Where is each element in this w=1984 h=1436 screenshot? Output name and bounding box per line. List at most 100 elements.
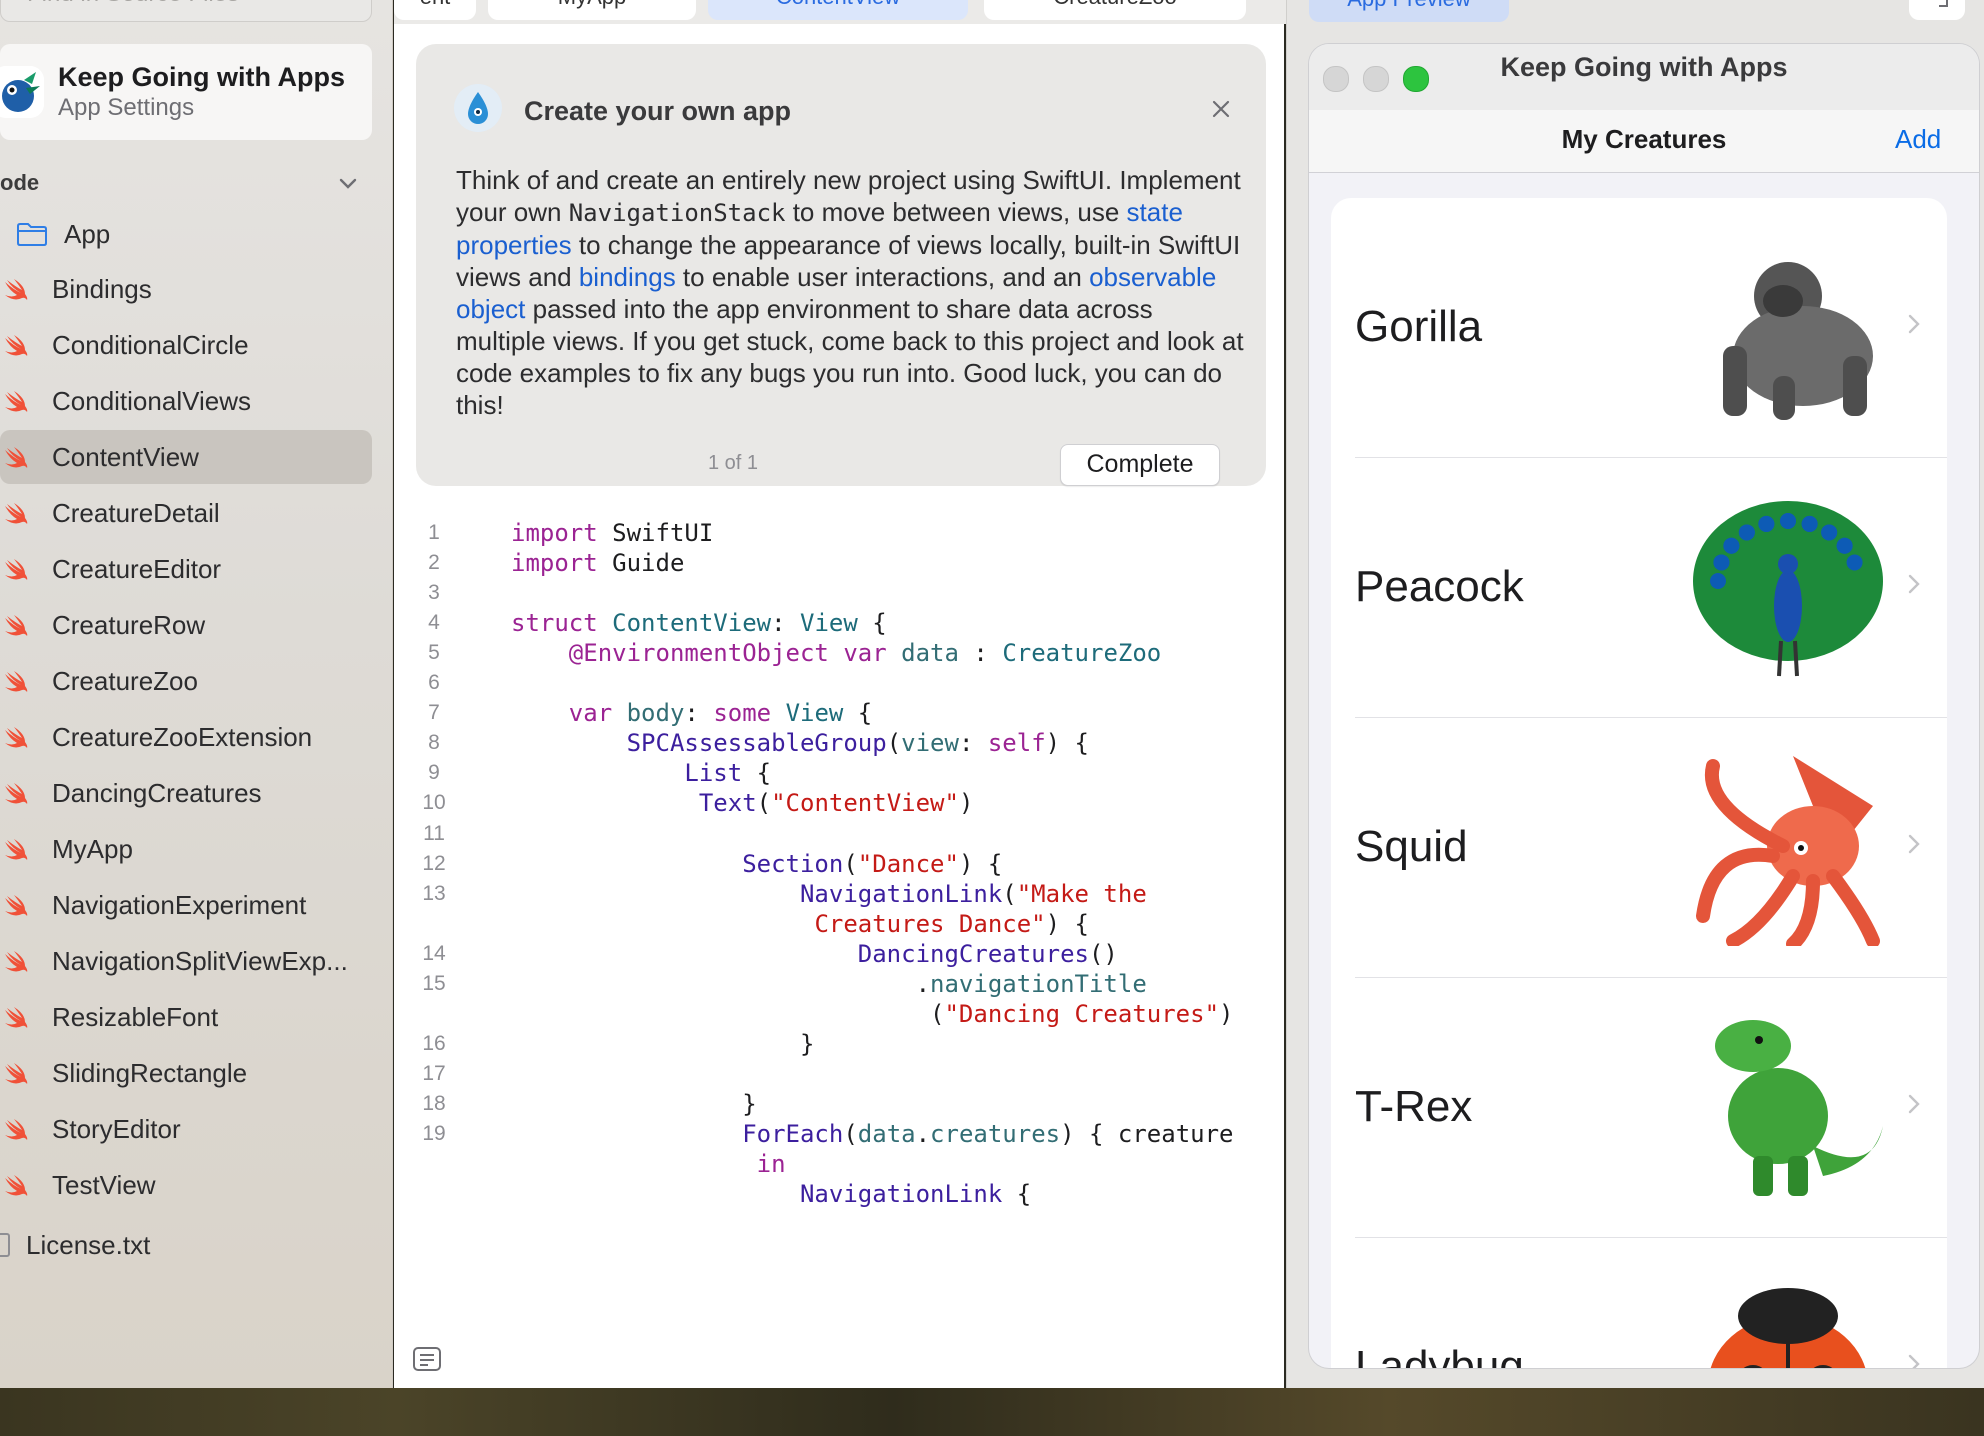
source-sidebar: Find in Source Files Keep Going with App… bbox=[0, 0, 393, 1388]
chevron-right-icon bbox=[1908, 1354, 1920, 1368]
sidebar-item-label: StoryEditor bbox=[52, 1114, 181, 1144]
sidebar-item-file[interactable]: ResizableFont bbox=[0, 990, 372, 1044]
swift-icon bbox=[5, 615, 28, 636]
guide-drop-icon bbox=[454, 84, 502, 132]
sidebar-item-label: License.txt bbox=[26, 1230, 151, 1260]
sidebar-item-label: CreatureEditor bbox=[52, 554, 222, 584]
t-rex-emoji-icon bbox=[1715, 1020, 1883, 1196]
tab-creaturezoo[interactable]: CreatureZoo bbox=[984, 0, 1246, 20]
sidebar-item-label: NavigationSplitViewExp... bbox=[52, 946, 348, 976]
creature-name: Ladybug bbox=[1355, 1342, 1524, 1368]
code-area[interactable]: 1 import SwiftUI 2 import Guide 3 4 struct Con… bbox=[394, 514, 1284, 1414]
app-preview-tab[interactable]: App Preview bbox=[1309, 0, 1509, 22]
sidebar-item-label: App bbox=[64, 219, 111, 249]
sidebar-item-label: CreatureRow bbox=[52, 610, 206, 640]
swift-icon bbox=[5, 1175, 28, 1196]
documentation-icon[interactable] bbox=[412, 1346, 442, 1372]
tab-partial[interactable]: ent bbox=[394, 0, 476, 20]
app-preview-window: Keep Going with Apps My Creatures Add Go… bbox=[1309, 44, 1979, 1368]
sidebar-item-label: ConditionalCircle bbox=[52, 330, 249, 360]
add-button[interactable]: Add bbox=[1895, 124, 1941, 155]
sidebar-item-file[interactable]: CreatureZoo bbox=[0, 654, 372, 708]
desktop-background bbox=[0, 1388, 1984, 1436]
chevron-right-icon bbox=[1908, 574, 1920, 594]
squid-emoji-icon bbox=[1696, 756, 1880, 946]
sidebar-item-label: ResizableFont bbox=[52, 1002, 219, 1032]
ladybug-emoji-icon bbox=[1710, 1288, 1866, 1368]
tab-myapp[interactable]: MyApp bbox=[488, 0, 696, 20]
sidebar-item-file[interactable]: NavigationSplitViewExp... bbox=[0, 934, 372, 988]
creature-row[interactable]: Peacock bbox=[1331, 458, 1947, 718]
guide-body: Think of and create an entirely new proj… bbox=[456, 164, 1246, 421]
editor-tab-bar: ent MyApp ContentView CreatureZoo bbox=[394, 0, 1299, 24]
code-line[interactable]: NavigationLink { bbox=[394, 1175, 1284, 1213]
creature-name: Peacock bbox=[1355, 562, 1524, 611]
sidebar-item-file[interactable]: CreatureZooExtension bbox=[0, 710, 372, 764]
sidebar-item-file[interactable]: ConditionalViews bbox=[0, 374, 372, 428]
folder-icon bbox=[17, 223, 47, 246]
creature-row[interactable]: Gorilla bbox=[1331, 198, 1947, 458]
expand-icon bbox=[1939, 0, 1948, 7]
sidebar-item-label: NavigationExperiment bbox=[52, 890, 307, 920]
swift-icon bbox=[5, 895, 28, 916]
code-text: NavigationLink { bbox=[799, 1180, 1032, 1209]
swift-icon bbox=[5, 391, 28, 412]
swift-icon bbox=[5, 279, 28, 300]
sidebar-item-app-folder[interactable]: App bbox=[0, 207, 372, 261]
swift-icon bbox=[5, 951, 28, 972]
swift-icon bbox=[5, 1007, 28, 1028]
creature-row[interactable]: T-Rex bbox=[1331, 978, 1947, 1238]
sidebar-item-file[interactable]: CreatureDetail bbox=[0, 486, 372, 540]
peacock-app-icon bbox=[0, 66, 44, 118]
expand-preview-button[interactable] bbox=[1909, 0, 1965, 20]
sidebar-item-file[interactable]: MyApp bbox=[0, 822, 372, 876]
sidebar-item-file[interactable]: DancingCreatures bbox=[0, 766, 372, 820]
guide-pager: 1 of 1 bbox=[708, 452, 759, 474]
chevron-right-icon bbox=[1908, 314, 1920, 334]
sidebar-item-label: TestView bbox=[52, 1170, 156, 1200]
code-section-header[interactable]: ode bbox=[0, 168, 372, 202]
sidebar-item-label: Bindings bbox=[52, 274, 152, 304]
sidebar-item-file[interactable]: ConditionalCircle bbox=[0, 318, 372, 372]
sidebar-item-label: CreatureDetail bbox=[52, 498, 220, 528]
chevron-right-icon bbox=[1908, 1094, 1920, 1114]
close-icon[interactable] bbox=[1208, 96, 1234, 122]
sidebar-item-file[interactable]: CreatureRow bbox=[0, 598, 372, 652]
code-editor[interactable]: Create your own app Think of and create … bbox=[394, 24, 1284, 1388]
sidebar-item-label: ContentView bbox=[52, 442, 199, 472]
creature-name: T-Rex bbox=[1355, 1082, 1473, 1131]
creature-row[interactable]: Squid bbox=[1331, 718, 1947, 978]
sidebar-item-file[interactable]: NavigationExperiment bbox=[0, 878, 372, 932]
project-subtitle: App Settings bbox=[58, 94, 195, 121]
sidebar-item-file[interactable]: Bindings bbox=[0, 262, 372, 316]
sidebar-item-file[interactable]: ContentView bbox=[0, 430, 372, 484]
tab-contentview[interactable]: ContentView bbox=[708, 0, 968, 20]
sidebar-item-file[interactable]: TestView bbox=[0, 1158, 372, 1212]
gorilla-emoji-icon bbox=[1723, 262, 1873, 420]
complete-button[interactable]: Complete bbox=[1060, 444, 1220, 486]
project-settings-card[interactable]: Keep Going with Apps App Settings bbox=[0, 44, 372, 140]
sidebar-item-file[interactable]: StoryEditor bbox=[0, 1102, 372, 1156]
peacock-emoji-icon bbox=[1693, 501, 1883, 677]
swift-icon bbox=[5, 503, 28, 524]
sidebar-item-label: DancingCreatures bbox=[52, 778, 262, 808]
project-title: Keep Going with Apps bbox=[58, 62, 345, 92]
document-icon bbox=[0, 1233, 10, 1257]
sidebar-item-license[interactable]: License.txt bbox=[0, 1218, 372, 1272]
swift-icon bbox=[5, 727, 28, 748]
bindings-link[interactable]: bindings bbox=[579, 262, 676, 292]
search-source-files-input[interactable]: Find in Source Files bbox=[0, 0, 372, 22]
chevron-right-icon bbox=[1908, 834, 1920, 854]
creature-row[interactable]: Ladybug bbox=[1331, 1238, 1947, 1368]
preview-pane: App Preview Keep Going with Apps My Crea… bbox=[1286, 0, 1984, 1388]
creature-name: Squid bbox=[1355, 822, 1468, 871]
window-titlebar: Keep Going with Apps bbox=[1309, 44, 1979, 110]
sidebar-item-file[interactable]: SlidingRectangle bbox=[0, 1046, 372, 1100]
guide-text: to move between views, use bbox=[785, 197, 1127, 227]
nav-title: My Creatures bbox=[1561, 124, 1727, 154]
sidebar-item-file[interactable]: CreatureEditor bbox=[0, 542, 372, 596]
swift-icon bbox=[5, 1119, 28, 1140]
creature-list: Gorilla Peacock Squid T-Rex Ladybug bbox=[1331, 198, 1947, 1368]
guide-task-card: Create your own app Think of and create … bbox=[416, 44, 1266, 486]
swift-icon bbox=[5, 447, 28, 468]
